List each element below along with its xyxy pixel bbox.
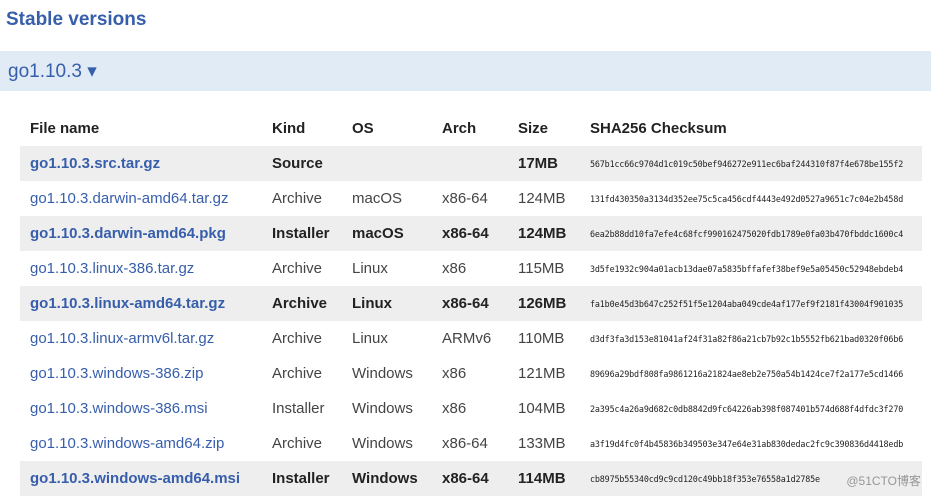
version-toggle[interactable]: go1.10.3 ▾ (8, 60, 97, 83)
os-cell: Windows (352, 400, 413, 417)
arch-cell: x86 (442, 400, 467, 417)
column-header-kind: Kind (272, 119, 306, 137)
size-cell: 133MB (518, 435, 566, 452)
table-row: go1.10.3.linux-amd64.tar.gz Archive Linux x… (20, 286, 922, 321)
watermark: @51CTO博客 (846, 474, 921, 488)
size-cell: 124MB (508, 216, 580, 251)
sha256-cell: fa1b0e45d3b647c252f51f5e1204aba049cde4af… (580, 286, 922, 321)
size-cell: 110MB (518, 330, 565, 347)
table-header-row: File name Kind OS Arch Size SHA256 Check… (20, 110, 922, 146)
file-name-cell: go1.10.3.src.tar.gz (20, 146, 262, 181)
os-cell: Windows (342, 461, 432, 496)
column-header-file-name: File name (30, 119, 100, 137)
download-link[interactable]: go1.10.3.src.tar.gz (30, 155, 160, 172)
download-link[interactable]: go1.10.3.linux-386.tar.gz (30, 260, 194, 277)
arch-cell: x86-64 (442, 435, 488, 452)
kind-cell: Archive (272, 330, 323, 347)
kind-cell: Installer (262, 461, 342, 496)
kind-cell: Archive (272, 365, 323, 382)
arch-cell: x86-64 (432, 461, 508, 496)
sha256-cell: 131fd430350a3134d352ee75c5ca456cdf4443e4… (590, 193, 904, 204)
os-cell: Windows (352, 365, 413, 382)
sha256-cell: 89696a29bdf808fa9861216a21824ae8eb2e750a… (590, 368, 904, 379)
version-bar: go1.10.3 ▾ (0, 51, 931, 91)
kind-cell: Source (262, 146, 342, 181)
column-header-os: OS (352, 119, 374, 137)
file-name-cell: go1.10.3.darwin-amd64.pkg (20, 216, 262, 251)
size-cell: 124MB (518, 190, 566, 207)
sha256-cell: d3df3fa3d153e81041af24f31a82f86a21cb7b92… (590, 333, 904, 344)
download-link[interactable]: go1.10.3.darwin-amd64.pkg (30, 225, 226, 242)
os-cell (342, 146, 432, 181)
file-name-cell: go1.10.3.darwin-amd64.tar.gz (20, 181, 262, 216)
download-link[interactable]: go1.10.3.windows-amd64.msi (30, 470, 240, 487)
download-link[interactable]: go1.10.3.linux-armv6l.tar.gz (30, 330, 214, 347)
table-row: go1.10.3.darwin-amd64.pkg Installer macOS x… (20, 216, 922, 251)
sha256-cell: 6ea2b88dd10fa7efe4c68fcf990162475020fdb1… (580, 216, 922, 251)
os-cell: Windows (352, 435, 413, 452)
size-cell: 115MB (518, 260, 565, 277)
column-header-arch: Arch (442, 119, 477, 137)
column-header-size: Size (518, 119, 549, 137)
chevron-down-icon: ▾ (87, 61, 97, 82)
download-link[interactable]: go1.10.3.linux-amd64.tar.gz (30, 295, 225, 312)
kind-cell: Installer (262, 216, 342, 251)
version-label: go1.10.3 (8, 61, 82, 82)
table-row: go1.10.3.darwin-amd64.tar.gz Archive macOS… (20, 181, 922, 216)
file-name-cell: go1.10.3.linux-armv6l.tar.gz (20, 321, 262, 356)
size-cell: 17MB (508, 146, 580, 181)
arch-cell (432, 146, 508, 181)
table-row: go1.10.3.windows-386.zip Archive Windows x8… (20, 356, 922, 391)
arch-cell: x86-64 (442, 190, 488, 207)
column-header-sha256: SHA256 Checksum (590, 119, 727, 137)
table-row: go1.10.3.linux-armv6l.tar.gz Archive Linux… (20, 321, 922, 356)
arch-cell: x86-64 (432, 286, 508, 321)
kind-cell: Archive (272, 190, 323, 207)
table-row: go1.10.3.windows-386.msi Installer Windows… (20, 391, 922, 426)
sha256-cell: 2a395c4a26a9d682c0db8842d9fc64226ab398f0… (590, 403, 904, 414)
kind-cell: Archive (262, 286, 342, 321)
table-row: go1.10.3.windows-amd64.msi Installer Windo… (20, 461, 922, 496)
size-cell: 104MB (518, 400, 566, 417)
arch-cell: x86 (442, 365, 467, 382)
sha256-cell: a3f19d4fc0f4b45836b349503e347e64e31ab830… (590, 438, 904, 449)
kind-cell: Installer (272, 400, 325, 417)
size-cell: 121MB (518, 365, 566, 382)
size-cell: 126MB (508, 286, 580, 321)
arch-cell: x86 (442, 260, 467, 277)
table-row: go1.10.3.linux-386.tar.gz Archive Linux x86… (20, 251, 922, 286)
kind-cell: Archive (272, 260, 323, 277)
download-link[interactable]: go1.10.3.darwin-amd64.tar.gz (30, 190, 228, 207)
os-cell: Linux (352, 260, 388, 277)
download-link[interactable]: go1.10.3.windows-386.zip (30, 365, 203, 382)
arch-cell: x86-64 (432, 216, 508, 251)
download-link[interactable]: go1.10.3.windows-386.msi (30, 400, 208, 417)
file-name-cell: go1.10.3.windows-386.msi (20, 391, 262, 426)
download-link[interactable]: go1.10.3.windows-amd64.zip (30, 435, 224, 452)
file-name-cell: go1.10.3.windows-amd64.zip (20, 426, 262, 461)
downloads-table: File name Kind OS Arch Size SHA256 Check… (20, 110, 922, 496)
file-name-cell: go1.10.3.windows-386.zip (20, 356, 262, 391)
os-cell: Linux (342, 286, 432, 321)
table-row: go1.10.3.windows-amd64.zip Archive Windows… (20, 426, 922, 461)
kind-cell: Archive (272, 435, 323, 452)
sha256-cell: 3d5fe1932c904a01acb13dae07a5835bffafef38… (590, 263, 904, 274)
section-heading: Stable versions (6, 9, 147, 30)
size-cell: 114MB (508, 461, 580, 496)
os-cell: Linux (352, 330, 388, 347)
file-name-cell: go1.10.3.linux-amd64.tar.gz (20, 286, 262, 321)
sha256-cell: 567b1cc66c9704d1c019c50bef946272e911ec6b… (580, 146, 922, 181)
table-row: go1.10.3.src.tar.gz Source 17MB 567b1cc66c9… (20, 146, 922, 181)
os-cell: macOS (352, 190, 403, 207)
os-cell: macOS (342, 216, 432, 251)
file-name-cell: go1.10.3.windows-amd64.msi (20, 461, 262, 496)
file-name-cell: go1.10.3.linux-386.tar.gz (20, 251, 262, 286)
arch-cell: ARMv6 (442, 330, 492, 347)
